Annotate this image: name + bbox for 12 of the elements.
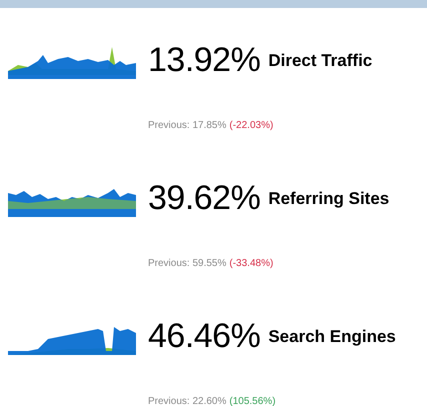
change-value: (-22.03%) <box>229 119 274 132</box>
source-label: Direct Traffic <box>268 52 372 68</box>
percent-value: 13.92% <box>148 43 260 77</box>
percent-value: 46.46% <box>148 319 260 353</box>
previous-value: Previous: 59.55% <box>148 257 226 270</box>
change-value: (-33.48%) <box>229 257 274 270</box>
previous-value: Previous: 17.85% <box>148 119 226 132</box>
previous-value: Previous: 22.60% <box>148 395 226 406</box>
source-label: Search Engines <box>268 328 396 344</box>
percent-value: 39.62% <box>148 181 260 215</box>
source-label: Referring Sites <box>268 190 390 206</box>
change-value: (105.56%) <box>229 395 276 406</box>
